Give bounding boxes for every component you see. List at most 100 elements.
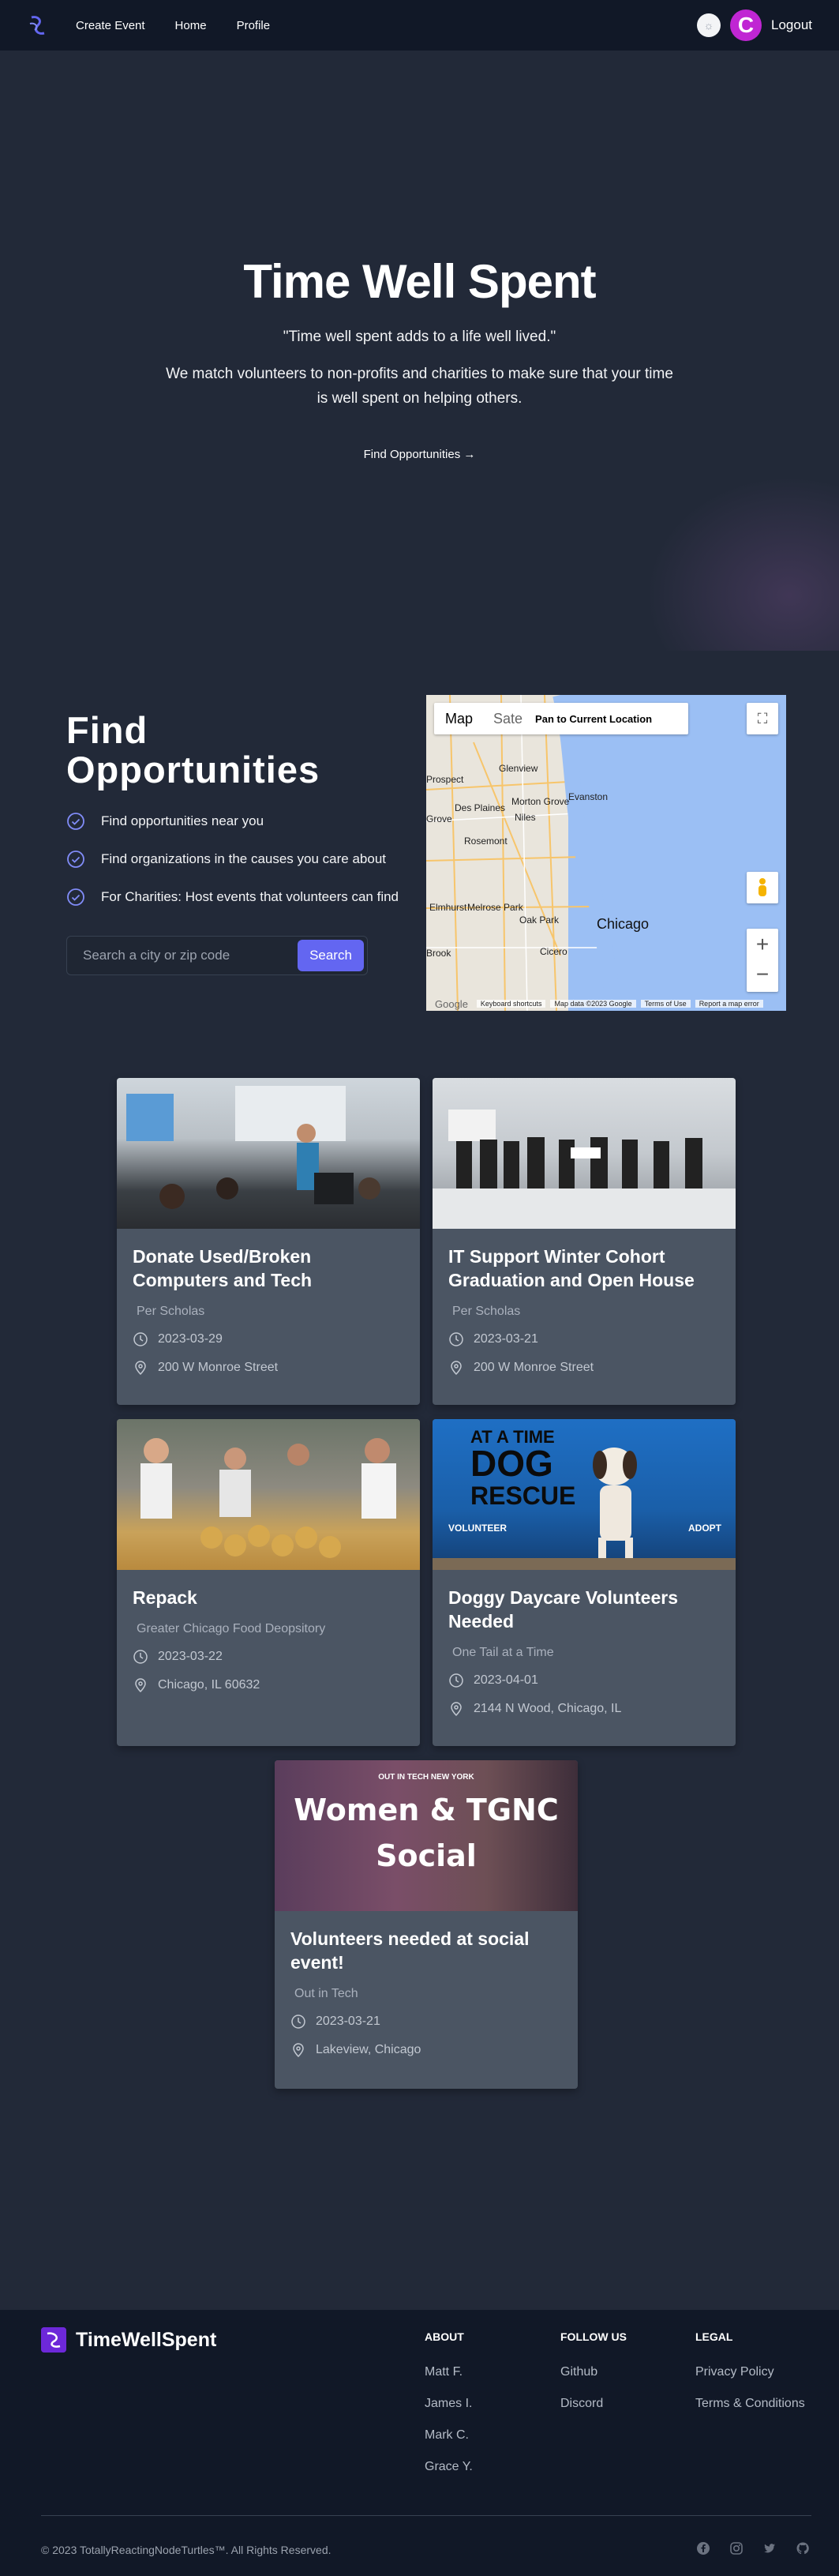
map-place: Rosemont	[464, 836, 508, 847]
instagram-icon[interactable]	[729, 2540, 744, 2556]
copyright: © 2023 TotallyReactingNodeTurtles™. All …	[41, 2544, 331, 2556]
map-type-satellite[interactable]: Sate	[484, 711, 532, 727]
dog-banner-adopt: ADOPT	[688, 1523, 722, 1534]
map-city: Chicago	[597, 916, 650, 932]
nav-right: ☼ C Logout	[697, 9, 812, 41]
twitter-icon[interactable]	[762, 2540, 777, 2556]
app-logo-icon[interactable]	[27, 14, 49, 36]
event-image: AT A TIME DOG RESCUE VOLUNTEER ADOPT	[433, 1419, 736, 1570]
event-title: Doggy Daycare Volunteers Needed	[448, 1587, 679, 1632]
pan-to-location-button[interactable]: Pan to Current Location	[535, 713, 652, 725]
nav-home[interactable]: Home	[175, 19, 207, 32]
event-date: 2023-03-22	[158, 1650, 223, 1663]
avatar[interactable]: C	[730, 9, 762, 41]
map-place: Brook	[426, 948, 451, 959]
map-type-control: Map Sate Pan to Current Location	[434, 703, 688, 734]
footer-link[interactable]: Mark C.	[425, 2428, 473, 2443]
footer-link[interactable]: Privacy Policy	[695, 2365, 805, 2379]
nav-profile[interactable]: Profile	[237, 19, 271, 32]
search-button[interactable]: Search	[298, 940, 364, 971]
theme-toggle-icon[interactable]: ☼	[697, 13, 721, 37]
brand-name: TimeWellSpent	[76, 2328, 217, 2351]
event-image: OUT IN TECH NEW YORK Women & TGNC Social	[275, 1760, 578, 1911]
event-location-row: Chicago, IL 60632	[133, 1677, 404, 1693]
social-title-line2: Social	[376, 1838, 477, 1873]
footer: TimeWellSpent ABOUT Matt F. James I. Mar…	[0, 2310, 839, 2576]
check-circle-icon	[67, 813, 84, 830]
logout-button[interactable]: Logout	[771, 17, 812, 33]
event-location: Lakeview, Chicago	[316, 2043, 421, 2056]
terms-link[interactable]: Terms of Use	[640, 1000, 691, 1008]
map-place: Cicero	[540, 946, 567, 957]
event-card[interactable]: AT A TIME DOG RESCUE VOLUNTEER ADOPT Dog…	[433, 1419, 736, 1746]
event-photo: AT A TIME DOG RESCUE VOLUNTEER ADOPT	[433, 1427, 736, 1570]
map-type-map[interactable]: Map	[434, 711, 484, 727]
map-pin-icon	[135, 1361, 146, 1376]
hero-section: Time Well Spent "Time well spent adds to…	[0, 51, 839, 651]
clock-icon	[133, 1332, 148, 1346]
footer-link[interactable]: Github	[560, 2365, 627, 2379]
search-input[interactable]	[83, 948, 298, 963]
find-title-line2: Opportunities	[66, 749, 320, 790]
map-place: Elmhurst	[429, 902, 467, 913]
event-photo: OUT IN TECH NEW YORK Women & TGNC Social	[294, 1773, 559, 1873]
event-card[interactable]: OUT IN TECH NEW YORK Women & TGNC Social…	[275, 1760, 578, 2089]
footer-heading: LEGAL	[695, 2330, 733, 2343]
event-location-row: 200 W Monroe Street	[133, 1360, 404, 1376]
fullscreen-icon[interactable]: ⛶	[747, 703, 778, 734]
map-pin-icon	[135, 1678, 146, 1693]
social-header: OUT IN TECH NEW YORK	[378, 1773, 474, 1782]
map-place: Oak Park	[519, 914, 560, 926]
map-pin-icon	[451, 1702, 462, 1717]
find-opportunities-link[interactable]: Find Opportunities →	[0, 448, 839, 461]
google-map[interactable]: Glenview Morton Grove Evanston Des Plain…	[426, 695, 786, 1011]
event-image	[117, 1419, 420, 1570]
map-place: Evanston	[568, 791, 609, 802]
event-card[interactable]: Donate Used/Broken Computers and Tech Pe…	[117, 1078, 420, 1405]
map-place: Melrose Park	[467, 902, 523, 913]
feature-label: Find opportunities near you	[101, 813, 264, 828]
pegman-icon[interactable]	[747, 872, 778, 903]
brand-logo-icon	[41, 2327, 66, 2353]
hero-description: We match volunteers to non-profits and c…	[166, 366, 673, 407]
feature-item: Find opportunities near you	[66, 812, 264, 831]
event-card[interactable]: IT Support Winter Cohort Graduation and …	[433, 1078, 736, 1405]
footer-brand[interactable]: TimeWellSpent	[41, 2327, 216, 2353]
social-title-line1: Women & TGNC	[294, 1793, 559, 1827]
event-photo	[126, 1086, 380, 1209]
event-date-row: 2023-03-21	[290, 2014, 562, 2030]
event-org: Per Scholas	[452, 1305, 521, 1318]
facebook-icon[interactable]	[695, 2540, 711, 2556]
event-image	[433, 1078, 736, 1229]
map-attribution: Google Keyboard shortcuts Map data ©2023…	[426, 997, 786, 1011]
map-place: Niles	[515, 812, 536, 823]
zoom-out-icon[interactable]: −	[756, 960, 769, 992]
event-title: Repack	[133, 1587, 197, 1608]
feature-item: Find organizations in the causes you car…	[66, 850, 386, 869]
clock-icon	[133, 1650, 148, 1664]
social-links	[678, 2540, 811, 2556]
event-location-row: 200 W Monroe Street	[448, 1360, 720, 1376]
event-date: 2023-03-21	[474, 1332, 538, 1346]
event-title: Volunteers needed at social event!	[290, 1928, 530, 1973]
keyboard-shortcuts-link[interactable]: Keyboard shortcuts	[476, 1000, 546, 1008]
location-search: Search	[66, 936, 368, 975]
map-data-label: Map data ©2023 Google	[550, 1000, 636, 1008]
event-date-row: 2023-03-29	[133, 1331, 404, 1347]
event-org: One Tail at a Time	[452, 1646, 554, 1659]
nav-create-event[interactable]: Create Event	[76, 19, 145, 32]
report-error-link[interactable]: Report a map error	[695, 1000, 763, 1008]
event-image	[117, 1078, 420, 1229]
footer-link[interactable]: Grace Y.	[425, 2460, 473, 2474]
event-card[interactable]: Repack Greater Chicago Food Deopsitory 2…	[117, 1419, 420, 1746]
zoom-in-icon[interactable]: +	[756, 929, 769, 960]
footer-link[interactable]: James I.	[425, 2397, 473, 2411]
event-title: Donate Used/Broken Computers and Tech	[133, 1246, 313, 1290]
hero-glow	[647, 477, 839, 651]
event-location-row: Lakeview, Chicago	[290, 2042, 562, 2058]
footer-link[interactable]: Discord	[560, 2397, 627, 2411]
footer-link[interactable]: Terms & Conditions	[695, 2397, 805, 2411]
footer-link[interactable]: Matt F.	[425, 2365, 473, 2379]
github-icon[interactable]	[795, 2540, 811, 2556]
map-place: Prospect	[426, 774, 464, 785]
